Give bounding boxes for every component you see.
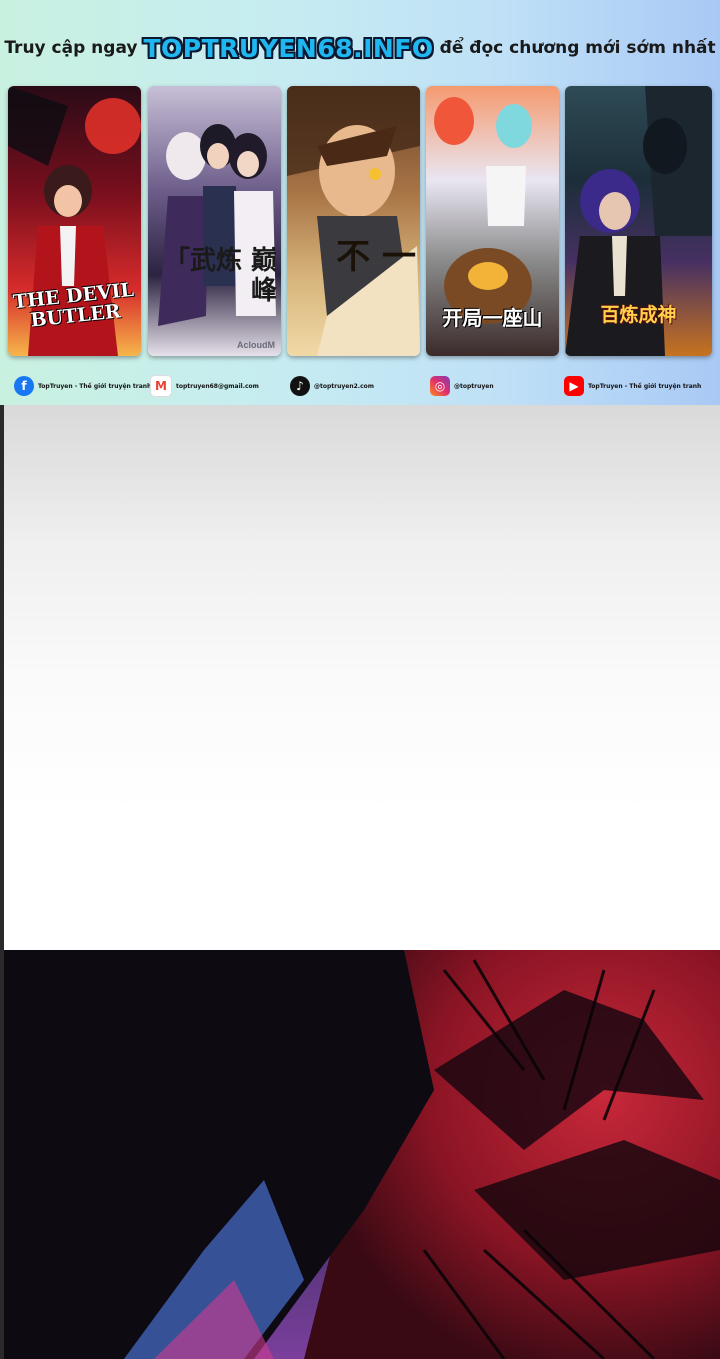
site-brand-link[interactable]: TOPTRUYEN68.INFO bbox=[143, 34, 433, 63]
cover-title: 不 一 bbox=[336, 237, 416, 277]
cover-art bbox=[287, 86, 420, 356]
youtube-icon: ▶ bbox=[564, 376, 584, 396]
cover-title: 「武炼 巅峰 bbox=[163, 246, 277, 306]
gmail-link[interactable]: M toptruyen68@gmail.com bbox=[150, 372, 259, 400]
gmail-label: toptruyen68@gmail.com bbox=[176, 382, 259, 390]
facebook-label: TopTruyen - Thế giới truyện tranh bbox=[38, 382, 152, 390]
cover-mountain-start[interactable]: 开局一座山 bbox=[426, 86, 559, 356]
cover-hundred-refinements[interactable]: 百炼成神 bbox=[565, 86, 712, 356]
headline-suffix: để đọc chương mới sớm nhất bbox=[439, 38, 716, 58]
promo-banner[interactable]: Truy cập ngay TOPTRUYEN68.INFO để đọc ch… bbox=[0, 0, 720, 405]
comic-panel-art bbox=[4, 950, 720, 1359]
tiktok-link[interactable]: ♪ @toptruyen2.com bbox=[290, 372, 374, 400]
cover-martial-peak[interactable]: 「武炼 巅峰 AcloudM bbox=[148, 86, 281, 356]
cover-warrior[interactable]: 不 一 bbox=[287, 86, 420, 356]
cover-title: 百炼成神 bbox=[600, 304, 677, 326]
youtube-label: TopTruyen - Thế giới truyện tranh bbox=[588, 382, 702, 390]
instagram-label: @toptruyen bbox=[454, 382, 494, 390]
instagram-link[interactable]: ◎ @toptruyen bbox=[430, 372, 494, 400]
cover-devil-butler[interactable]: THE DEVIL BUTLER bbox=[8, 86, 141, 356]
cover-title: 开局一座山 bbox=[442, 306, 543, 330]
cover-gallery: THE DEVIL BUTLER 「武炼 巅峰 AcloudM 不 一 开局一座… bbox=[8, 86, 712, 356]
instagram-icon: ◎ bbox=[430, 376, 450, 396]
tiktok-label: @toptruyen2.com bbox=[314, 382, 375, 390]
gmail-icon: M bbox=[150, 375, 172, 397]
headline-prefix: Truy cập ngay bbox=[4, 38, 138, 58]
youtube-link[interactable]: ▶ TopTruyen - Thế giới truyện tranh bbox=[564, 372, 701, 400]
social-links: f TopTruyen - Thế giới truyện tranh M to… bbox=[0, 372, 720, 400]
cover-art bbox=[158, 124, 276, 326]
blank-panel bbox=[0, 405, 720, 950]
facebook-link[interactable]: f TopTruyen - Thế giới truyện tranh bbox=[14, 372, 151, 400]
comic-panel bbox=[4, 950, 720, 1359]
cover-watermark: AcloudM bbox=[237, 340, 275, 350]
tiktok-icon: ♪ bbox=[290, 376, 310, 396]
banner-headline: Truy cập ngay TOPTRUYEN68.INFO để đọc ch… bbox=[0, 30, 720, 66]
facebook-icon: f bbox=[14, 376, 34, 396]
